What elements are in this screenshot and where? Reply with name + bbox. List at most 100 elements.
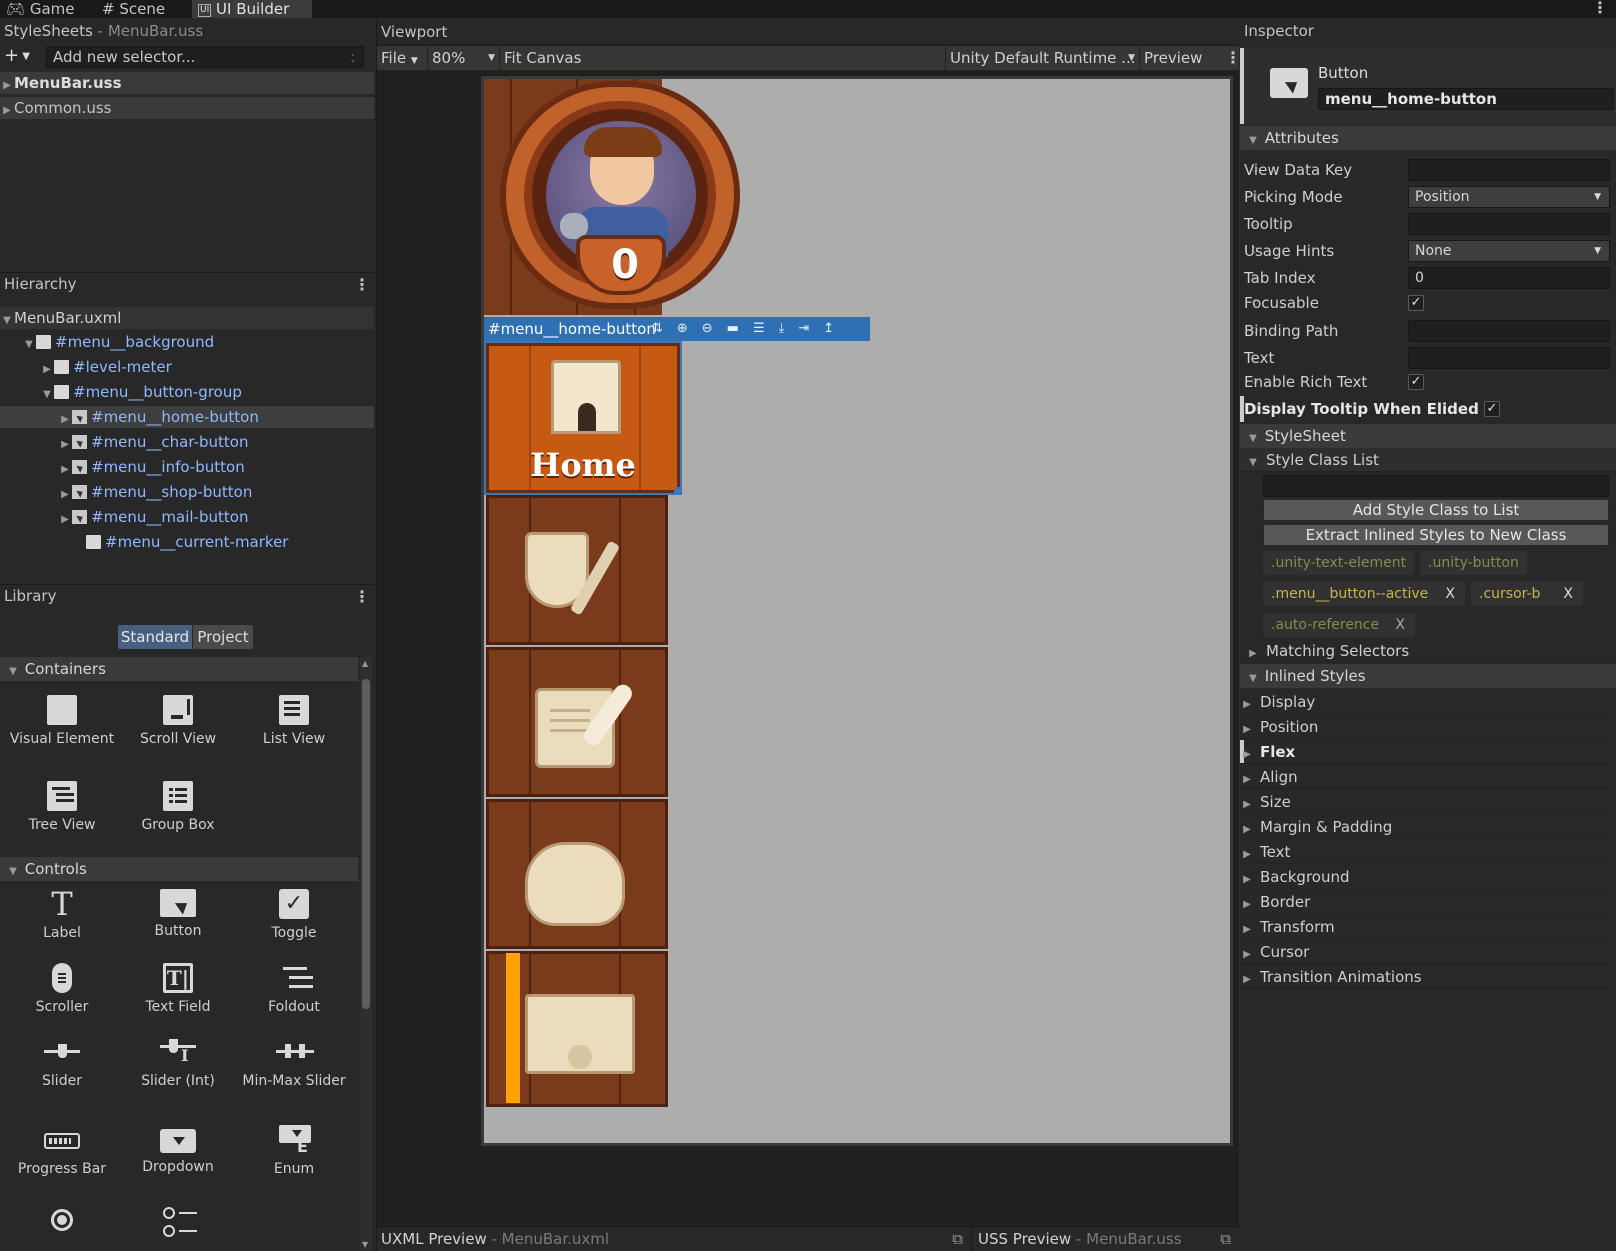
remove-class-icon[interactable]: X: [1445, 582, 1455, 606]
hierarchy-item-menu-background[interactable]: ▼ #menu__background: [22, 331, 214, 353]
remove-class-icon[interactable]: X: [1563, 582, 1573, 606]
library-visual-element[interactable]: Visual Element: [6, 695, 118, 748]
canvas[interactable]: 0 #menu__home-button ⇅⊕⊖▬☰⤓⇥↥ Home: [481, 76, 1233, 1146]
tooltip-field[interactable]: [1408, 213, 1610, 235]
tab-index-field[interactable]: 0: [1408, 267, 1610, 289]
style-size[interactable]: ▶ Size: [1240, 790, 1610, 814]
library-section-containers[interactable]: ▼ Containers: [0, 657, 358, 681]
hierarchy-item-level-meter[interactable]: ▶ #level-meter: [40, 356, 172, 378]
hierarchy-item-info-button[interactable]: ▶ #menu__info-button: [58, 456, 245, 478]
library-radio-group[interactable]: [122, 1205, 234, 1241]
hierarchy-item-shop-button[interactable]: ▶ #menu__shop-button: [58, 481, 252, 503]
stylesheet-item[interactable]: ▶ Common.uss: [0, 97, 374, 119]
style-margin-padding[interactable]: ▶ Margin & Padding: [1240, 815, 1610, 839]
style-flex[interactable]: ▶ Flex: [1240, 740, 1610, 764]
toggle-icon: ✓: [279, 889, 309, 919]
viewport-menu-icon[interactable]: ⋮: [1225, 50, 1241, 66]
info-button[interactable]: [486, 647, 668, 797]
library-menu-icon[interactable]: ⋮: [354, 589, 370, 605]
library-section-controls[interactable]: ▼ Controls: [0, 857, 358, 881]
window-menu-icon[interactable]: ⋮: [1592, 0, 1608, 16]
add-style-class-button[interactable]: Add Style Class to List: [1263, 499, 1609, 521]
extract-inlined-styles-button[interactable]: Extract Inlined Styles to New Class: [1263, 524, 1609, 546]
library-enum[interactable]: E Enum: [238, 1125, 350, 1178]
hierarchy-menu-icon[interactable]: ⋮: [354, 277, 370, 293]
style-display[interactable]: ▶ Display: [1240, 690, 1610, 714]
style-position[interactable]: ▶ Position: [1240, 715, 1610, 739]
library-tree-view[interactable]: Tree View: [6, 781, 118, 834]
binding-path-field[interactable]: [1408, 320, 1610, 342]
remove-class-icon[interactable]: X: [1395, 613, 1405, 637]
home-button[interactable]: Home: [484, 341, 682, 495]
library-progress-bar[interactable]: Progress Bar: [6, 1125, 118, 1178]
class-chip-menu-button-active[interactable]: .menu__button--active X: [1263, 582, 1465, 606]
enable-rich-text-checkbox[interactable]: ✓: [1408, 374, 1424, 390]
fit-canvas-button[interactable]: Fit Canvas: [499, 46, 581, 70]
section-stylesheet[interactable]: ▼ StyleSheet: [1240, 424, 1616, 448]
section-inlined-styles[interactable]: ▼ Inlined Styles: [1240, 664, 1616, 688]
library-text-field[interactable]: T| Text Field: [122, 963, 234, 1016]
hierarchy-item-button-group[interactable]: ▼ #menu__button-group: [40, 381, 242, 403]
library-toggle[interactable]: ✓ Toggle: [238, 889, 350, 942]
tab-game[interactable]: 🎮︎ Game: [0, 0, 88, 18]
hierarchy-item-char-button[interactable]: ▶ #menu__char-button: [58, 431, 248, 453]
resize-handle[interactable]: [674, 487, 682, 495]
style-align[interactable]: ▶ Align: [1240, 765, 1610, 789]
tab-ui-builder[interactable]: UI UI Builder: [192, 0, 312, 18]
align-tool-icons[interactable]: ⇅⊕⊖▬☰⤓⇥↥: [652, 317, 848, 341]
class-chip-cursor-b[interactable]: .cursor-b X: [1471, 582, 1583, 606]
element-name-field[interactable]: menu__home-button: [1318, 88, 1614, 110]
text-field[interactable]: [1408, 347, 1610, 369]
library-min-max-slider[interactable]: Min-Max Slider: [238, 1037, 350, 1090]
selector-input[interactable]: Add new selector...:: [46, 46, 364, 68]
library-label[interactable]: T Label: [6, 888, 118, 942]
style-class-input[interactable]: [1263, 475, 1609, 497]
picking-mode-dropdown[interactable]: Position ▼: [1408, 186, 1610, 208]
library-foldout[interactable]: Foldout: [238, 963, 350, 1016]
library-scroll-thumb[interactable]: [362, 679, 370, 1009]
theme-dropdown[interactable]: Unity Default Runtime ... ▼: [945, 46, 1137, 70]
scroll-down-icon[interactable]: ▼: [362, 1240, 368, 1249]
tab-scene[interactable]: # Scene: [96, 0, 180, 18]
library-slider[interactable]: Slider: [6, 1037, 118, 1090]
style-text[interactable]: ▶ Text: [1240, 840, 1610, 864]
add-stylesheet-button[interactable]: + ▼: [4, 46, 40, 68]
library-list-view[interactable]: List View: [238, 695, 350, 748]
stylesheet-item[interactable]: ▶ MenuBar.uss: [0, 72, 374, 94]
style-border[interactable]: ▶ Border: [1240, 890, 1610, 914]
matching-selectors-foldout[interactable]: ▶ Matching Selectors: [1240, 639, 1616, 663]
class-chip-auto-reference[interactable]: .auto-reference X: [1263, 613, 1415, 637]
scroll-up-icon[interactable]: ▲: [362, 659, 368, 668]
style-class-list-foldout[interactable]: ▼ Style Class List: [1240, 448, 1616, 472]
hierarchy-item-current-marker[interactable]: #menu__current-marker: [72, 531, 288, 553]
library-button[interactable]: Button: [122, 889, 234, 940]
library-scrollbar[interactable]: ▲ ▼: [360, 657, 372, 1251]
usage-hints-dropdown[interactable]: None ▼: [1408, 240, 1610, 262]
style-transform[interactable]: ▶ Transform: [1240, 915, 1610, 939]
style-cursor[interactable]: ▶ Cursor: [1240, 940, 1610, 964]
library-tab-standard[interactable]: Standard: [118, 625, 192, 649]
library-group-box[interactable]: Group Box: [122, 781, 234, 834]
focusable-checkbox[interactable]: ✓: [1408, 295, 1424, 311]
shop-button[interactable]: [486, 799, 668, 949]
char-button[interactable]: [486, 495, 668, 645]
style-background[interactable]: ▶ Background: [1240, 865, 1610, 889]
library-slider-int[interactable]: I Slider (Int): [122, 1037, 234, 1090]
library-dropdown[interactable]: Dropdown: [122, 1125, 234, 1176]
library-scroller[interactable]: Scroller: [6, 963, 118, 1016]
uxml-preview-tab[interactable]: UXML Preview - MenuBar.uxml ⧉: [381, 1227, 967, 1251]
uss-preview-tab[interactable]: USS Preview - MenuBar.uss ⧉: [971, 1227, 1235, 1251]
display-tooltip-checkbox[interactable]: ✓: [1484, 401, 1500, 417]
library-radio-button[interactable]: [6, 1209, 118, 1237]
hierarchy-item-home-button[interactable]: ▶ #menu__home-button: [0, 406, 374, 428]
file-menu[interactable]: File ▼: [381, 46, 418, 73]
view-data-key-field[interactable]: [1408, 159, 1610, 181]
style-transition-animations[interactable]: ▶ Transition Animations: [1240, 965, 1610, 989]
preview-button[interactable]: Preview: [1139, 46, 1202, 70]
library-scroll-view[interactable]: Scroll View: [122, 695, 234, 748]
hierarchy-item-mail-button[interactable]: ▶ #menu__mail-button: [58, 506, 248, 528]
hierarchy-root[interactable]: ▼ MenuBar.uxml: [0, 307, 374, 329]
library-tab-project[interactable]: Project: [193, 625, 253, 649]
section-attributes[interactable]: ▼ Attributes: [1240, 126, 1616, 150]
zoom-dropdown[interactable]: 80% ▼: [427, 46, 497, 70]
